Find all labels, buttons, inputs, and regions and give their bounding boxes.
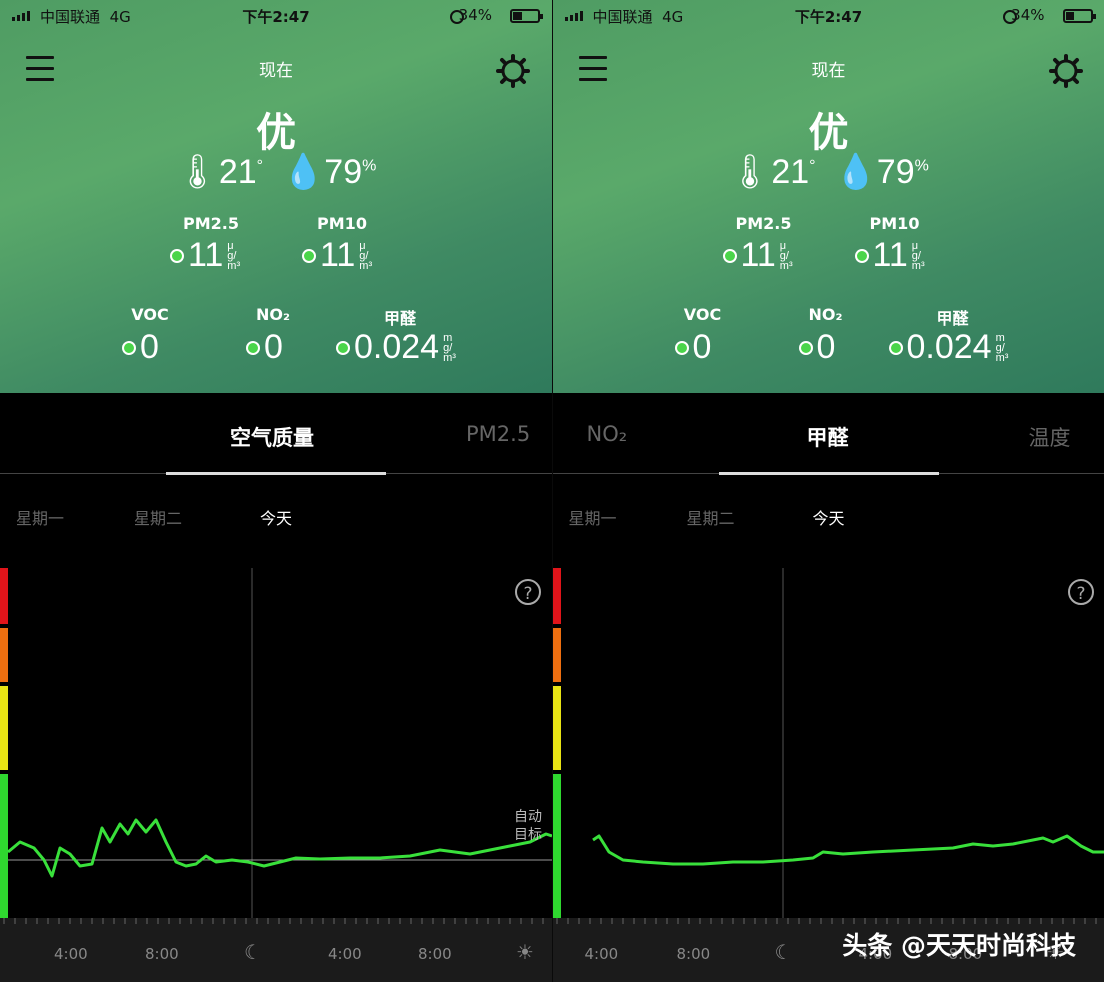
history-chart[interactable]: ? [0, 566, 552, 918]
droplet-icon: 💧 [834, 153, 877, 191]
voc-reading: 0 [122, 328, 159, 367]
pm25-label: PM2.5 [183, 214, 239, 233]
pm10-label: PM10 [317, 214, 367, 233]
no2-label: NO₂ [256, 305, 290, 324]
status-bar: 中国联通 4G 下午2:47 34% [553, 4, 1104, 26]
moon-icon: ☾ [774, 940, 793, 964]
status-dot [122, 340, 136, 355]
temperature-value: 21 [771, 153, 810, 191]
page-title: 现在 [259, 61, 293, 81]
pm10-label: PM10 [869, 214, 920, 233]
battery-icon [510, 9, 543, 23]
air-quality-grade: 优 [256, 110, 296, 156]
humidity-value: 79 [876, 153, 915, 191]
auto-target-label: 自动目标 [514, 809, 542, 843]
humidity-value: 79 [324, 153, 363, 191]
scale-label: 8:00 [145, 945, 179, 963]
summary-panel: 中国联通 4G 下午2:47 34% 现在 优 🌡21° 💧79% PM2.5 … [0, 0, 552, 393]
formaldehyde-reading: 0.024 mg/m³ [888, 328, 1010, 367]
tab-indicator [718, 472, 939, 475]
status-dot [674, 340, 689, 355]
sun-icon: ☀ [516, 940, 534, 964]
pm10-reading: 11 μg/m³ [854, 236, 926, 275]
day-today[interactable]: 今天 [813, 505, 845, 529]
day-tuesday[interactable]: 星期二 [687, 505, 735, 529]
pm25-label: PM2.5 [735, 214, 792, 233]
band-red [552, 568, 561, 624]
no2-label: NO₂ [808, 305, 843, 324]
voc-label: VOC [131, 305, 169, 324]
help-icon[interactable]: ? [1076, 584, 1085, 604]
moon-icon: ☾ [244, 940, 262, 964]
pm25-reading: 11 μg/m³ [170, 236, 241, 275]
history-chart[interactable]: ? [552, 566, 1104, 918]
band-yellow [552, 686, 561, 770]
metric-tabs: 空气质量 PM2.5 [0, 410, 552, 470]
band-orange [552, 628, 561, 682]
phone-screen-left: 中国联通 4G 下午2:47 34% 现在 优 🌡21° 💧79% PM2.5 … [0, 0, 552, 982]
scale-label: 8:00 [418, 945, 452, 963]
band-green [552, 774, 561, 918]
air-quality-grade: 优 [808, 110, 849, 156]
thermometer-icon: 🌡 [175, 153, 219, 191]
no2-reading: 0 [246, 328, 283, 367]
scale-label: 4:00 [584, 945, 619, 963]
temp-humidity: 🌡21° 💧79% [728, 153, 929, 191]
status-dot [798, 340, 813, 355]
tab-pm25[interactable]: PM2.5 [466, 422, 530, 446]
status-bar: 中国联通 4G 下午2:47 34% [0, 4, 552, 26]
scale-label: 8:00 [676, 945, 711, 963]
tab-air-quality[interactable]: 空气质量 [230, 422, 314, 452]
pm10-reading: 11 μg/m³ [302, 236, 373, 275]
temp-humidity: 🌡21° 💧79% [175, 153, 377, 191]
day-tuesday[interactable]: 星期二 [134, 505, 182, 529]
tab-no2[interactable]: NO₂ [587, 422, 628, 446]
tab-indicator [166, 472, 386, 475]
battery-percent: 34% [458, 6, 492, 24]
status-dot [722, 248, 737, 263]
formaldehyde-line [591, 834, 1104, 866]
status-dot [336, 340, 350, 355]
droplet-icon: 💧 [281, 153, 325, 191]
formaldehyde-reading: 0.024 mg/m³ [336, 328, 457, 367]
day-today[interactable]: 今天 [260, 505, 292, 529]
pm25-reading: 11 μg/m³ [722, 236, 794, 275]
voc-label: VOC [683, 305, 722, 324]
battery-percent: 34% [1011, 6, 1045, 24]
band-red [0, 568, 8, 624]
thermometer-icon: 🌡 [728, 153, 772, 191]
watermark: 头条 @天天时尚科技 [842, 931, 1076, 960]
formaldehyde-label: 甲醛 [936, 309, 969, 328]
status-dot [246, 340, 260, 355]
status-dot [888, 340, 903, 355]
battery-icon [1062, 9, 1096, 23]
air-quality-line [7, 818, 552, 878]
scale-label: 4:00 [54, 945, 88, 963]
page-title: 现在 [811, 61, 846, 81]
status-dot [854, 248, 869, 263]
scale-label: 4:00 [328, 945, 362, 963]
scale-ticks [3, 918, 544, 924]
band-orange [0, 628, 8, 682]
day-monday[interactable]: 星期一 [569, 505, 617, 529]
time-scale[interactable]: 4:00 8:00 ☾ 4:00 8:00 ☀ [0, 918, 552, 982]
band-green [0, 774, 8, 918]
no2-reading: 0 [798, 328, 835, 367]
status-dot [170, 248, 184, 263]
status-dot [302, 248, 316, 263]
help-icon[interactable]: ? [523, 584, 532, 604]
band-yellow [0, 686, 8, 770]
temperature-value: 21 [218, 153, 257, 191]
phone-screen-right: 中国联通 4G 下午2:47 34% 现在 优 🌡21° 💧79% PM2.5 … [551, 0, 1104, 982]
day-monday[interactable]: 星期一 [16, 505, 64, 529]
voc-reading: 0 [674, 328, 711, 367]
formaldehyde-label: 甲醛 [383, 309, 416, 328]
metric-tabs: NO₂ 甲醛 温度 [553, 410, 1104, 470]
summary-panel: 中国联通 4G 下午2:47 34% 现在 优 🌡21° 💧79% PM2.5 … [552, 0, 1104, 393]
tab-formaldehyde[interactable]: 甲醛 [807, 422, 849, 452]
tab-temperature[interactable]: 温度 [1029, 422, 1071, 452]
